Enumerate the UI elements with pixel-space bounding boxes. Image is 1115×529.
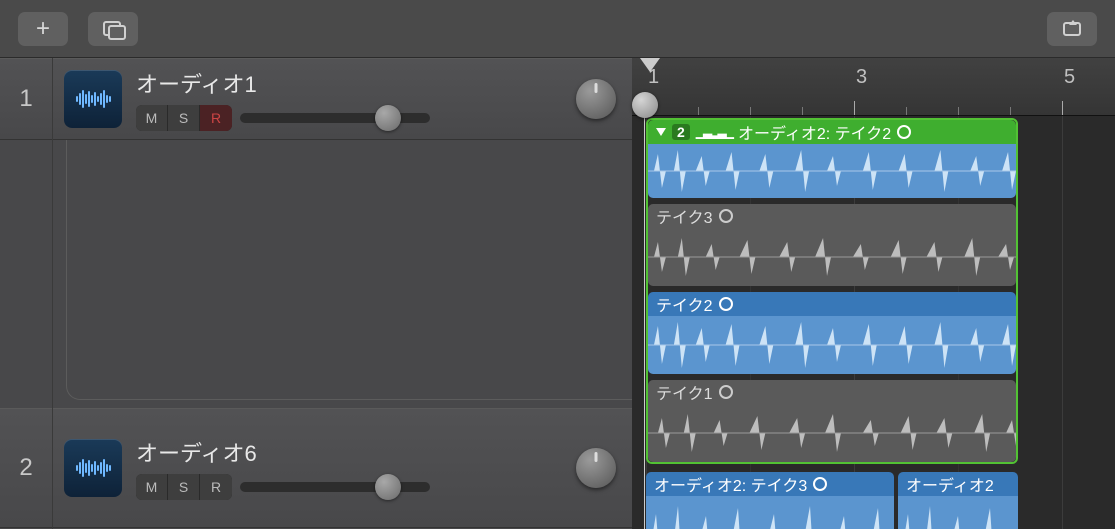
- take-region[interactable]: テイク1: [648, 380, 1016, 462]
- track-number: 1: [0, 59, 52, 139]
- ruler[interactable]: 1 3 5: [632, 58, 1115, 116]
- add-track-button[interactable]: [18, 12, 68, 46]
- track-headers: 1 オーディオ1 M S R: [0, 58, 632, 529]
- playhead-handle[interactable]: [632, 92, 658, 118]
- audio-region[interactable]: オーディオ2: テイク3: [646, 472, 894, 529]
- take-region[interactable]: テイク3: [648, 204, 1016, 286]
- loop-indicator-icon: [719, 385, 733, 399]
- take-region[interactable]: テイク2: [648, 292, 1016, 374]
- track-type-icon[interactable]: [64, 439, 122, 497]
- playhead-marker-icon[interactable]: [640, 58, 660, 72]
- track-name[interactable]: オーディオ1: [136, 67, 562, 99]
- loop-indicator-icon: [719, 297, 733, 311]
- take-badge: 2: [672, 124, 690, 140]
- track-type-icon[interactable]: [64, 70, 122, 128]
- quantize-icon: ▁▃▂▃▁: [696, 125, 732, 139]
- audio-icon: [76, 459, 111, 477]
- audio-region[interactable]: オーディオ2: [898, 472, 1018, 529]
- comp-region-header[interactable]: 2 ▁▃▂▃▁ オーディオ2: テイク2: [648, 120, 1016, 144]
- record-enable-button[interactable]: R: [200, 105, 232, 131]
- pan-knob[interactable]: [576, 448, 616, 488]
- solo-button[interactable]: S: [168, 105, 200, 131]
- track-header[interactable]: 2 オーディオ6 M S R: [0, 408, 632, 528]
- take-label: テイク1: [656, 380, 713, 404]
- solo-button[interactable]: S: [168, 474, 200, 500]
- loop-indicator-icon: [719, 209, 733, 223]
- track-name[interactable]: オーディオ6: [136, 436, 562, 468]
- app-root: 1 オーディオ1 M S R: [0, 0, 1115, 529]
- take-label: テイク3: [656, 204, 713, 228]
- disclosure-triangle-icon[interactable]: [656, 128, 666, 136]
- msr-group: M S R: [136, 474, 232, 500]
- mute-button[interactable]: M: [136, 474, 168, 500]
- catch-playhead-button[interactable]: [1047, 12, 1097, 46]
- region-label: オーディオ2: テイク3: [654, 472, 807, 496]
- arrange-area[interactable]: 2 ▁▃▂▃▁ オーディオ2: テイク2: [632, 116, 1115, 529]
- ruler-label: 3: [856, 66, 867, 89]
- region-label: オーディオ2: [906, 472, 994, 496]
- catch-icon: [1063, 22, 1081, 36]
- mute-button[interactable]: M: [136, 105, 168, 131]
- main-split: 1 オーディオ1 M S R: [0, 58, 1115, 529]
- loop-indicator-icon: [813, 477, 827, 491]
- timeline: 1 3 5: [632, 58, 1115, 529]
- take-label: テイク2: [656, 292, 713, 316]
- plus-icon: [36, 17, 50, 41]
- pan-knob[interactable]: [576, 79, 616, 119]
- msr-group: M S R: [136, 105, 232, 131]
- duplicate-icon: [103, 21, 123, 37]
- duplicate-track-button[interactable]: [88, 12, 138, 46]
- loop-indicator-icon: [897, 125, 911, 139]
- track-number: 2: [0, 409, 52, 527]
- volume-slider[interactable]: [240, 107, 430, 129]
- take-folder[interactable]: 2 ▁▃▂▃▁ オーディオ2: テイク2: [646, 118, 1018, 464]
- toolbar: [0, 0, 1115, 58]
- record-enable-button[interactable]: R: [200, 474, 232, 500]
- track-header[interactable]: 1 オーディオ1 M S R: [0, 58, 632, 140]
- volume-slider[interactable]: [240, 476, 430, 498]
- region-label: オーディオ2: テイク2: [738, 120, 891, 144]
- audio-icon: [76, 90, 111, 108]
- ruler-label: 5: [1064, 66, 1075, 89]
